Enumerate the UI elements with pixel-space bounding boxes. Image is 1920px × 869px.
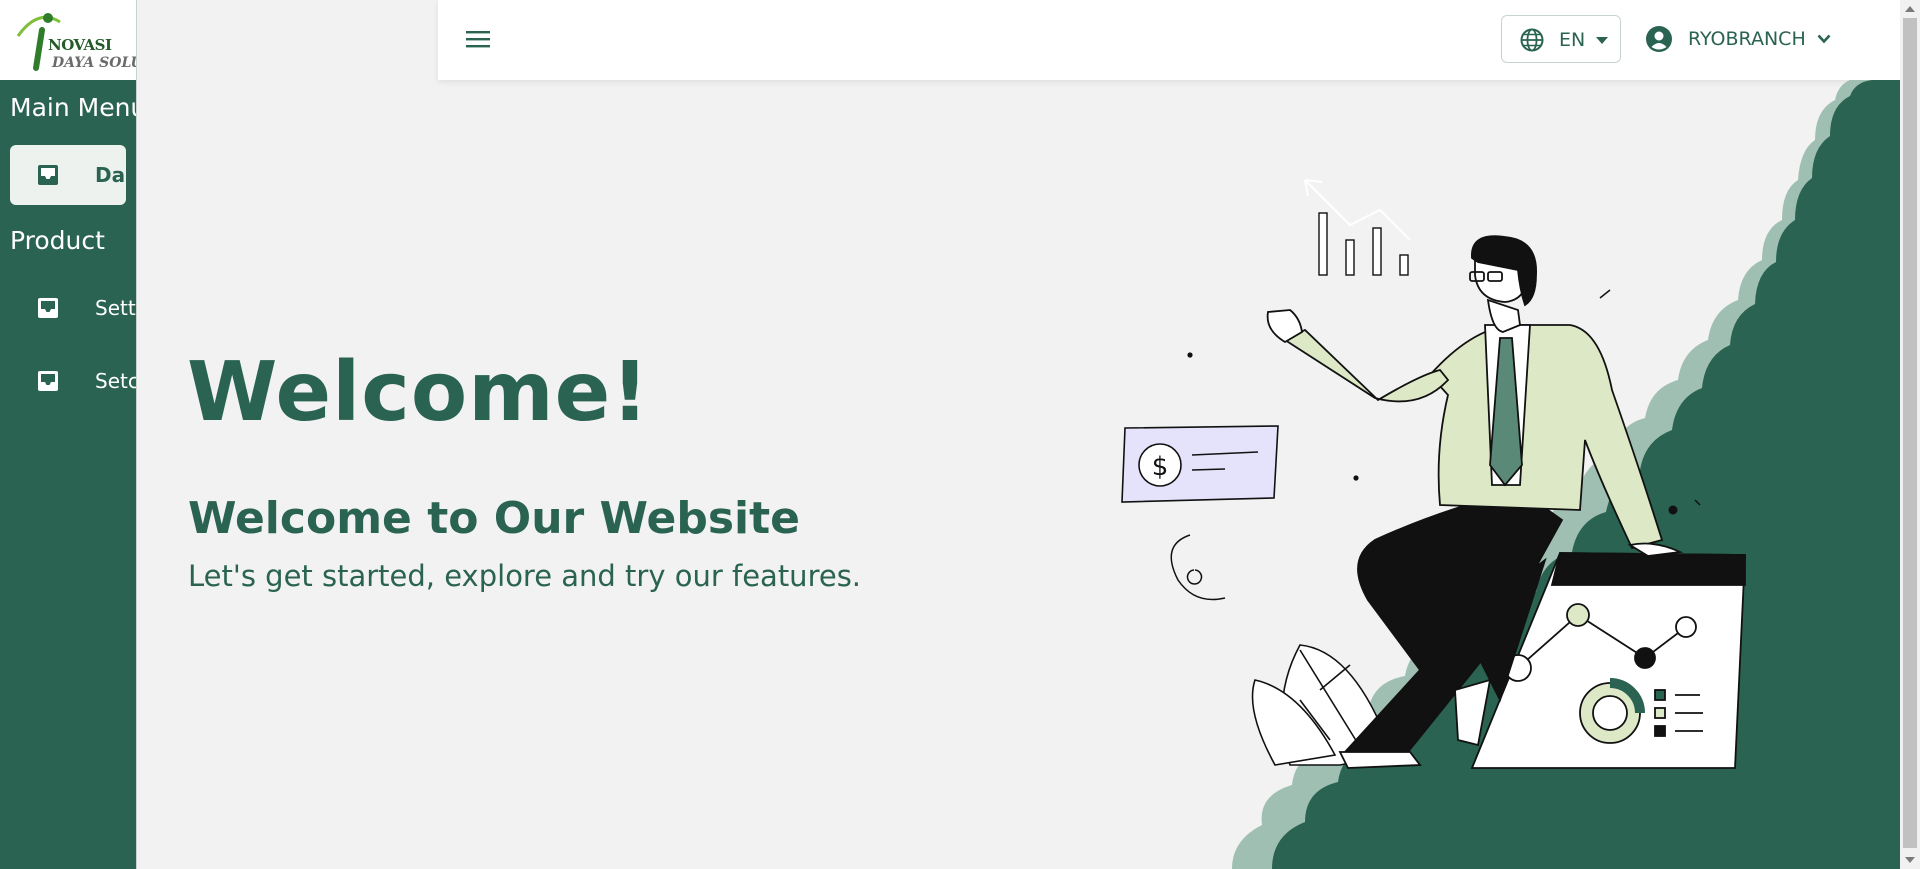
dot-decoration (1353, 475, 1359, 481)
user-name: RYOBRANCH (1688, 28, 1806, 50)
inbox-icon (38, 165, 58, 185)
sidebar-item-dashboard[interactable]: Dashboard (10, 145, 136, 205)
hero-subtitle: Welcome to Our Website (188, 493, 800, 544)
sidebar-item-label: Dashboard (95, 163, 137, 187)
top-header: EN RYOBRANCH (438, 0, 1900, 80)
section-main-menu: Main Menu (10, 93, 137, 122)
sidebar-item-label: Setcode (95, 369, 136, 393)
logo[interactable]: NOVASI DAYA SOLUSI (0, 0, 136, 80)
inbox-icon (38, 298, 58, 318)
dot-decoration (1668, 505, 1678, 515)
trend-chart-decoration (1304, 179, 1411, 276)
scroll-down-icon[interactable] (1905, 857, 1915, 863)
caret-down-icon (1596, 37, 1608, 44)
logo-word: NOVASI (48, 36, 112, 54)
sidebar-item-setcode[interactable]: Setcode (10, 351, 136, 411)
sidebar-item-settings[interactable]: Settings (10, 278, 136, 338)
scroll-up-icon[interactable] (1905, 6, 1915, 12)
globe-icon (1520, 28, 1544, 52)
sidebar: NOVASI DAYA SOLUSI Main Menu Dashboard P… (0, 0, 137, 869)
logo-subtitle: DAYA SOLUSI (52, 55, 136, 71)
user-circle-icon (1646, 26, 1672, 52)
inbox-icon (38, 371, 58, 391)
sidebar-item-label: Settings (95, 296, 136, 320)
svg-text:$: $ (1152, 452, 1169, 482)
dot-decoration (1187, 352, 1193, 358)
section-product: Product (10, 226, 105, 255)
hero-title: Welcome! (187, 345, 650, 440)
hero-illustration: $ (1121, 80, 1900, 869)
language-selector[interactable]: EN (1501, 15, 1621, 63)
hero-description: Let's get started, explore and try our f… (188, 559, 862, 593)
dollar-card: $ (1121, 425, 1279, 503)
page-scrollbar[interactable] (1900, 0, 1920, 869)
hamburger-icon[interactable] (466, 28, 490, 50)
language-label: EN (1559, 29, 1586, 51)
chevron-down-icon (1817, 34, 1831, 44)
scrollbar-thumb[interactable] (1903, 18, 1917, 848)
squiggle-decoration (1170, 534, 1226, 601)
